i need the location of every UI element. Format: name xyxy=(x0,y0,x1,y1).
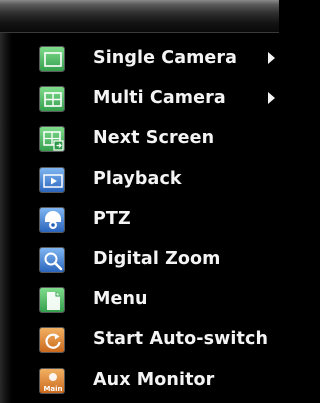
aux-monitor-icon-text: Main xyxy=(43,385,62,393)
menu-item-playback[interactable]: Playback xyxy=(0,161,279,201)
submenu-arrow-icon xyxy=(268,92,275,105)
menu-item-label: Multi Camera xyxy=(93,88,226,109)
auto-switch-icon xyxy=(39,327,65,354)
menu-item-label: Digital Zoom xyxy=(93,248,221,269)
menu-item-label: Next Screen xyxy=(93,128,215,149)
menu-item-start-auto-switch[interactable]: Start Auto-switch xyxy=(0,321,279,361)
menu-item-label: Aux Monitor xyxy=(93,369,215,390)
menu-item-aux-monitor[interactable]: Main Aux Monitor xyxy=(0,362,279,402)
submenu-arrow-icon xyxy=(268,52,275,64)
single-camera-icon xyxy=(39,46,65,72)
aux-monitor-icon: Main xyxy=(39,367,65,394)
menu-document-icon xyxy=(39,287,65,314)
menu-item-multi-camera[interactable]: Multi Camera xyxy=(0,80,279,120)
playback-icon xyxy=(39,166,65,193)
ptz-icon xyxy=(39,206,65,233)
next-screen-icon xyxy=(39,126,65,153)
menu-item-single-camera[interactable]: Single Camera xyxy=(0,40,279,80)
multi-camera-icon xyxy=(39,86,65,113)
menu-item-label: PTZ xyxy=(93,208,131,229)
menu-item-ptz[interactable]: PTZ xyxy=(0,201,279,241)
menu-item-next-screen[interactable]: Next Screen xyxy=(0,120,279,160)
menu-item-label: Menu xyxy=(93,289,148,310)
menu-item-label: Start Auto-switch xyxy=(93,329,268,350)
menu-item-label: Playback xyxy=(93,168,182,189)
menu-item-label: Single Camera xyxy=(93,48,238,68)
magnifier-icon xyxy=(39,246,65,273)
menu-list: Single Camera Multi Camera Next Screen P… xyxy=(0,40,279,402)
menu-title-bar xyxy=(0,0,279,33)
menu-item-digital-zoom[interactable]: Digital Zoom xyxy=(0,241,279,281)
menu-item-menu[interactable]: Menu xyxy=(0,281,279,321)
context-menu: Single Camera Multi Camera Next Screen P… xyxy=(0,0,279,403)
